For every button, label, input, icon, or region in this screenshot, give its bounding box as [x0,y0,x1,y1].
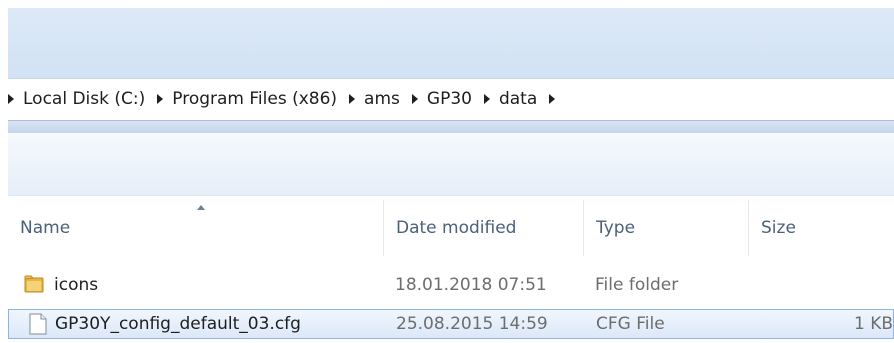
breadcrumb-label: GP30 [426,88,472,109]
chevron-right-icon[interactable] [411,93,418,104]
folder-icon [24,275,44,293]
file-date: 25.08.2015 14:59 [396,314,548,334]
address-bar-separator [8,120,894,134]
column-header-size[interactable]: Size [748,200,894,256]
breadcrumb-ams[interactable]: ams [364,79,427,118]
chevron-right-icon[interactable] [549,93,556,104]
breadcrumb-gp30[interactable]: GP30 [427,79,499,118]
title-bar-background [8,8,894,78]
file-date: 18.01.2018 07:51 [395,275,547,295]
breadcrumb-program-files[interactable]: Program Files (x86) [172,79,364,118]
breadcrumb-root-arrow[interactable] [8,79,23,118]
file-name: icons [54,275,99,295]
chevron-right-icon[interactable] [483,93,490,104]
column-headers: Name Date modified Type Size [0,200,894,256]
column-header-name[interactable]: Name [8,200,383,256]
column-header-label: Date modified [396,218,517,238]
file-icon [29,313,47,335]
address-bar[interactable]: Local Disk (C:) Program Files (x86) ams … [8,78,894,118]
breadcrumb-label: Program Files (x86) [172,88,338,109]
file-type: CFG File [596,314,665,334]
command-toolbar [8,133,894,196]
file-name: GP30Y_config_default_03.cfg [55,314,301,334]
column-header-type[interactable]: Type [583,200,748,256]
breadcrumb-label: ams [364,88,400,109]
chevron-right-icon[interactable] [349,93,356,104]
file-size: 1 KB [853,314,893,334]
column-header-label: Size [761,218,796,238]
breadcrumb-label: data [498,88,538,109]
breadcrumb-data[interactable]: data [499,79,564,118]
sort-ascending-icon [197,205,205,210]
chevron-right-icon [8,93,14,104]
breadcrumb-label: Local Disk (C:) [23,88,146,109]
chevron-right-icon[interactable] [157,93,164,104]
breadcrumb-local-disk[interactable]: Local Disk (C:) [23,79,172,118]
column-header-label: Type [596,218,636,238]
column-header-label: Name [20,218,71,238]
window-title-area [0,0,894,78]
file-type: File folder [595,275,679,295]
column-header-date-modified[interactable]: Date modified [383,200,583,256]
list-item[interactable]: icons 18.01.2018 07:51 File folder [8,270,894,300]
list-item[interactable]: GP30Y_config_default_03.cfg 25.08.2015 1… [8,309,894,339]
